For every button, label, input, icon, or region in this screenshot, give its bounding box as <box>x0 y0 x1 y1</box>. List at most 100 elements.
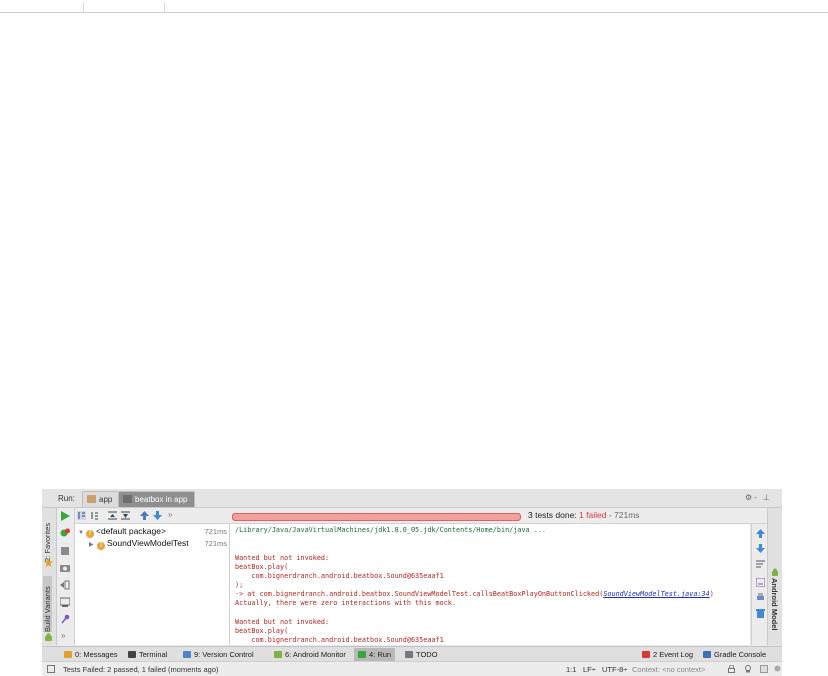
rerun-failed-icon[interactable] <box>60 528 70 538</box>
messages-label: 0: Messages <box>75 650 118 659</box>
console-line: com.bignerdranch.android.beatbox.Sound@6… <box>235 572 444 580</box>
test-toolbar: » 3 tests done: 1 failed - 721ms <box>75 508 768 524</box>
terminal-icon <box>128 651 136 658</box>
favorites-label: 2: Favorites <box>43 522 52 562</box>
run-tool-button[interactable]: 4: Run <box>354 648 396 661</box>
test-config-icon <box>123 495 132 503</box>
top-divider <box>0 12 828 13</box>
event-log-label: 2 Event Log <box>653 650 694 659</box>
collapse-all-icon[interactable] <box>121 511 130 520</box>
clear-all-icon[interactable] <box>756 609 765 618</box>
status-message[interactable]: Tests Failed: 2 passed, 1 failed (moment… <box>63 665 219 674</box>
path-ellipsis[interactable]: ... <box>534 526 546 534</box>
tree-node-default-package[interactable]: ▼! <default package> <box>78 526 166 538</box>
event-log-icon <box>642 651 650 658</box>
run-label: Run: <box>58 494 75 503</box>
version-control-label: 9: Version Control <box>194 650 254 659</box>
scroll-to-end-icon[interactable] <box>756 578 765 587</box>
warning-icon: ! <box>86 530 94 538</box>
tab-beatbox-in-app[interactable]: beatbox in app <box>118 491 195 507</box>
lock-icon[interactable] <box>728 665 735 673</box>
top-window-edge <box>0 0 828 14</box>
tree-node-soundviewmodeltest[interactable]: ▶! SoundViewModelTest <box>89 538 189 550</box>
camera-icon[interactable] <box>60 563 70 573</box>
scroll-down-icon[interactable] <box>756 544 765 553</box>
android-monitor-icon <box>274 651 282 658</box>
console-line: Wanted but not invoked: <box>235 618 330 626</box>
right-tool-strip: Android Model <box>767 508 782 645</box>
soft-wrap-icon[interactable] <box>756 560 765 569</box>
version-control-tool-button[interactable]: 9: Version Control <box>183 650 254 659</box>
scroll-up-icon[interactable] <box>756 529 765 538</box>
stop-icon[interactable] <box>60 546 70 556</box>
context-indicator[interactable]: Context: <no context> <box>632 665 705 674</box>
more-actions-icon[interactable]: » <box>61 631 65 640</box>
tab-divider <box>164 2 165 12</box>
memory-indicator-icon[interactable] <box>760 665 768 673</box>
console-line: beatBox.play( <box>235 563 289 571</box>
import-icon[interactable] <box>60 580 70 590</box>
tool-windows-toggle-icon[interactable] <box>47 665 55 673</box>
android-model-label: Android Model <box>770 578 779 631</box>
console-line: com.bignerdranch.android.beatbox.Sound@6… <box>235 636 444 644</box>
print-icon[interactable] <box>756 593 765 602</box>
line-separator[interactable]: LF÷ <box>583 665 596 674</box>
tab-app-label: app <box>99 495 113 504</box>
sort-duration-icon[interactable] <box>90 511 99 520</box>
expand-all-icon[interactable] <box>108 511 117 520</box>
terminal-tool-button[interactable]: Terminal <box>128 650 167 659</box>
gradle-console-icon <box>703 651 711 658</box>
stack-frame-end: ) <box>709 590 714 598</box>
export-icon[interactable] <box>60 597 70 607</box>
tests-duration: - 721ms <box>608 510 640 520</box>
version-control-icon <box>183 651 191 658</box>
android-icon <box>45 633 52 641</box>
tool-window-bar: 0: Messages Terminal 9: Version Control … <box>42 646 782 662</box>
tab-beatbox-label: beatbox in app <box>135 495 188 504</box>
expand-arrow-icon[interactable]: ▶ <box>89 541 97 548</box>
caret-position[interactable]: 1:1 <box>566 665 576 674</box>
more-toolbar-icon[interactable]: » <box>168 510 172 519</box>
tests-done-label: 3 tests done: <box>528 510 577 520</box>
console-line: Actually, there were zero interactions w… <box>235 599 456 607</box>
sort-alpha-icon[interactable] <box>77 511 86 520</box>
android-monitor-tool-button[interactable]: 6: Android Monitor <box>274 650 346 659</box>
android-app-icon <box>87 495 96 503</box>
console-line: -> at com.bignerdranch.android.beatbox.S… <box>235 590 714 599</box>
inspector-icon[interactable] <box>744 665 752 673</box>
next-failed-icon[interactable] <box>153 511 162 520</box>
build-variants-tab[interactable]: Build Variants <box>43 576 52 632</box>
file-encoding[interactable]: UTF-8÷ <box>602 665 627 674</box>
tree-node-time: 721ms <box>204 527 227 536</box>
source-link[interactable]: SoundViewModelTest.java:34 <box>603 590 709 598</box>
pin-icon[interactable] <box>60 614 70 624</box>
collapse-arrow-icon[interactable]: ▼ <box>78 530 86 536</box>
notifications-icon[interactable] <box>774 665 781 672</box>
test-results-tree: ▼! <default package> 721ms ▶! SoundViewMod… <box>75 524 230 645</box>
tab-divider <box>83 2 84 12</box>
favorites-tab[interactable]: 2: Favorites <box>43 512 52 562</box>
todo-label: TODO <box>416 650 438 659</box>
messages-tool-button[interactable]: 0: Messages <box>64 650 118 659</box>
console-line: Wanted but not invoked: <box>235 554 330 562</box>
android-model-tab[interactable]: Android Model <box>770 578 779 631</box>
console-output[interactable]: /Library/Java/JavaVirtualMachines/jdk1.8… <box>230 524 750 645</box>
tree-node-label: <default package> <box>96 526 166 536</box>
left-tool-strip: 2: Favorites Build Variants <box>42 508 57 645</box>
tree-node-time: 721ms <box>202 539 227 548</box>
android-icon <box>772 568 778 576</box>
event-log-tool-button[interactable]: 2 Event Log <box>642 650 693 659</box>
previous-failed-icon[interactable] <box>140 511 149 520</box>
gradle-console-tool-button[interactable]: Gradle Console <box>703 650 766 659</box>
run-icon <box>358 651 366 658</box>
tab-app[interactable]: app <box>82 491 120 507</box>
todo-icon <box>405 651 413 658</box>
rerun-icon[interactable] <box>60 511 70 521</box>
status-bar: Tests Failed: 2 passed, 1 failed (moment… <box>42 661 782 676</box>
todo-tool-button[interactable]: TODO <box>405 650 438 659</box>
tests-summary: 3 tests done: 1 failed - 721ms <box>528 510 640 520</box>
java-path: /Library/Java/JavaVirtualMachines/jdk1.8… <box>235 526 530 534</box>
settings-gear-icon[interactable]: ⚙- ⊥ <box>745 493 772 502</box>
test-progress-fill <box>233 514 520 520</box>
test-progress-bar <box>232 513 521 521</box>
